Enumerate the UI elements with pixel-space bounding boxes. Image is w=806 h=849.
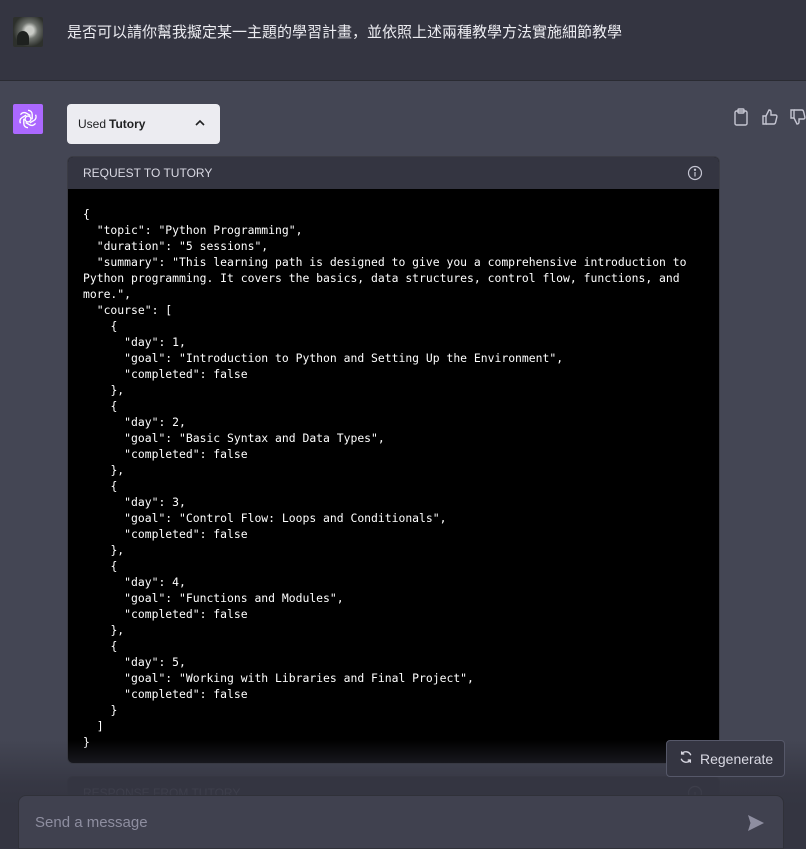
request-card-header: REQUEST TO TUTORY xyxy=(68,157,719,189)
plugin-name: Tutory xyxy=(109,117,146,131)
message-actions xyxy=(733,108,806,126)
request-code-block: { "topic": "Python Programming", "durati… xyxy=(83,207,687,749)
user-avatar xyxy=(13,17,43,47)
send-icon[interactable] xyxy=(747,814,765,837)
clipboard-icon[interactable] xyxy=(733,108,751,126)
openai-logo-icon xyxy=(19,109,37,129)
regenerate-label: Regenerate xyxy=(700,750,774,767)
message-composer xyxy=(18,795,784,849)
request-card: REQUEST TO TUTORY { "topic": "Python Pro… xyxy=(67,156,720,764)
chevron-up-icon xyxy=(194,116,206,133)
used-prefix: Used xyxy=(78,117,107,131)
regenerate-button[interactable]: Regenerate xyxy=(666,740,785,777)
user-message-text: 是否可以請你幫我擬定某一主題的學習計畫，並依照上述兩種教學方法實施細節教學 xyxy=(67,23,623,41)
thumbs-down-icon[interactable] xyxy=(789,108,806,126)
user-message-row: 是否可以請你幫我擬定某一主題的學習計畫，並依照上述兩種教學方法實施細節教學 xyxy=(0,0,806,81)
plugin-used-toggle[interactable]: Used Tutory xyxy=(67,104,220,144)
info-icon[interactable] xyxy=(687,165,703,184)
message-input[interactable] xyxy=(33,813,727,832)
refresh-icon xyxy=(679,750,693,767)
assistant-avatar xyxy=(13,104,43,134)
request-title: REQUEST TO TUTORY xyxy=(83,166,213,180)
thumbs-up-icon[interactable] xyxy=(761,108,779,126)
